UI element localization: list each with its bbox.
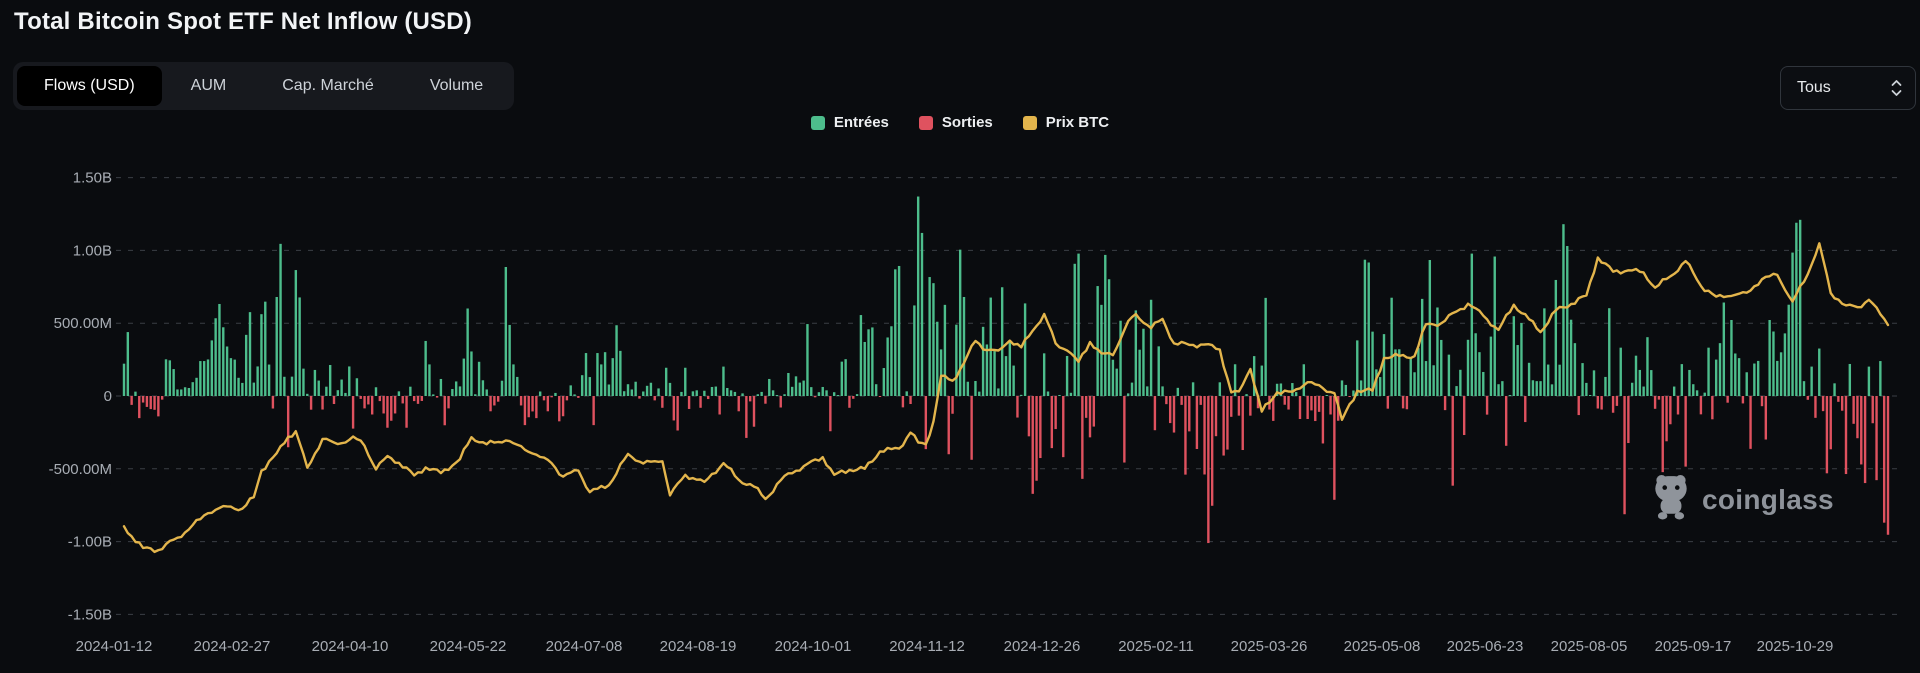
svg-text:2024-04-10: 2024-04-10 [312, 638, 389, 655]
svg-text:500.00M: 500.00M [54, 315, 112, 332]
svg-text:0: 0 [104, 388, 112, 405]
svg-text:1.50B: 1.50B [73, 170, 112, 187]
svg-text:2024-02-27: 2024-02-27 [194, 638, 271, 655]
svg-text:2025-10-29: 2025-10-29 [1757, 638, 1834, 655]
svg-text:-500.00M: -500.00M [49, 461, 112, 478]
svg-text:2025-03-26: 2025-03-26 [1231, 638, 1308, 655]
svg-text:2024-10-01: 2024-10-01 [775, 638, 852, 655]
svg-text:2024-12-26: 2024-12-26 [1004, 638, 1081, 655]
svg-text:2024-11-12: 2024-11-12 [889, 638, 965, 655]
svg-text:2024-07-08: 2024-07-08 [546, 638, 623, 655]
svg-text:2024-05-22: 2024-05-22 [430, 638, 507, 655]
svg-text:2025-06-23: 2025-06-23 [1447, 638, 1524, 655]
svg-text:2024-01-12: 2024-01-12 [76, 638, 153, 655]
svg-text:-1.00B: -1.00B [68, 534, 112, 551]
svg-text:2024-08-19: 2024-08-19 [660, 638, 737, 655]
svg-text:2025-02-11: 2025-02-11 [1118, 638, 1194, 655]
svg-text:1.00B: 1.00B [73, 242, 112, 259]
svg-text:2025-05-08: 2025-05-08 [1344, 638, 1421, 655]
svg-text:-1.50B: -1.50B [68, 606, 112, 623]
svg-text:2025-08-05: 2025-08-05 [1551, 638, 1628, 655]
svg-text:2025-09-17: 2025-09-17 [1655, 638, 1732, 655]
flows-chart-plot-area[interactable]: 1.50B 1.00B 500.00M 0 -500.00M -1.00B -1.50B 20… [0, 0, 1920, 673]
